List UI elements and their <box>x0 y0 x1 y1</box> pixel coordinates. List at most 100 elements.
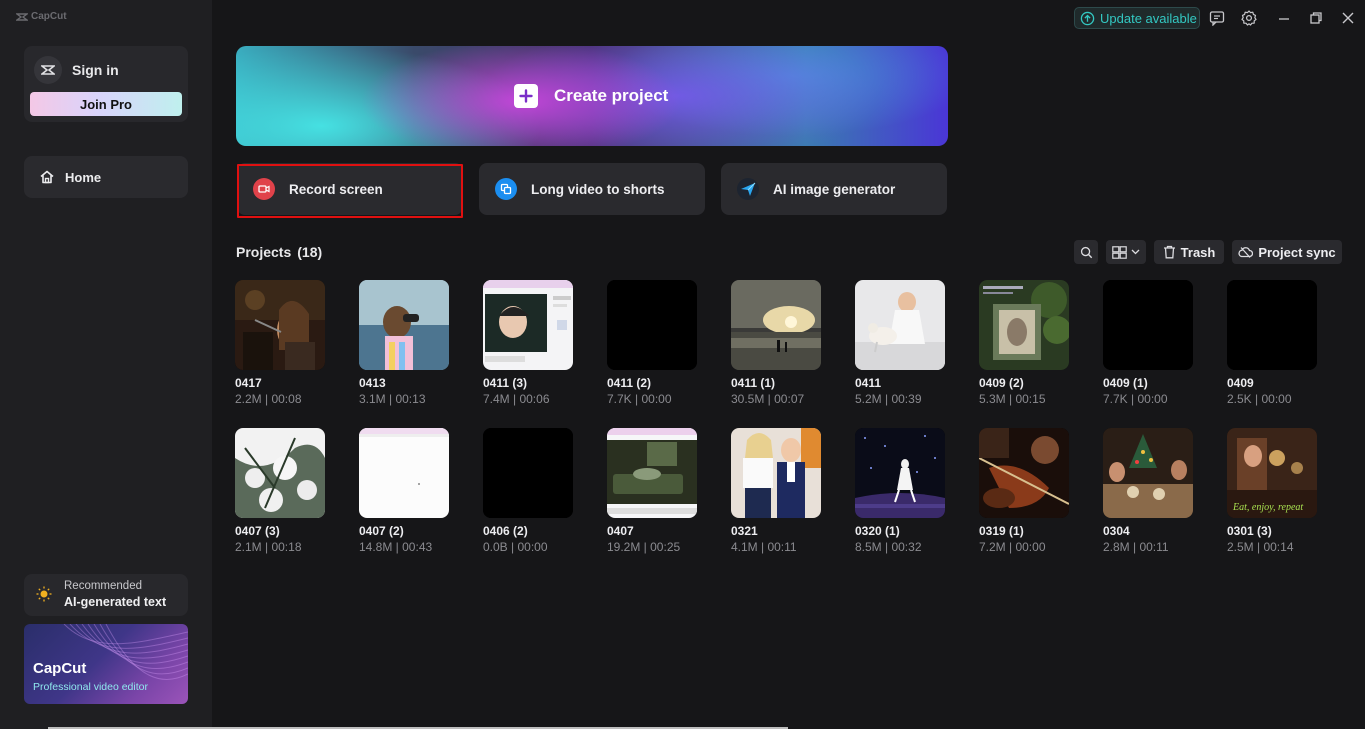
project-name: 0409 (1) <box>1103 376 1148 390</box>
project-thumbnail <box>731 280 821 370</box>
promo-banner[interactable]: CapCut Professional video editor <box>24 624 188 704</box>
project-meta: 2.8M | 00:11 <box>1103 540 1169 554</box>
project-name: 0407 (3) <box>235 524 280 538</box>
long-video-to-shorts-button[interactable]: Long video to shorts <box>479 163 705 215</box>
project-meta: 2.1M | 00:18 <box>235 540 302 554</box>
project-card[interactable]: 040719.2M | 00:25 <box>607 428 717 558</box>
project-thumbnail: Eat, enjoy, repeat <box>1227 428 1317 518</box>
project-meta: 2.5K | 00:00 <box>1227 392 1292 406</box>
grid-view-icon <box>1112 246 1127 259</box>
project-thumbnail <box>731 428 821 518</box>
record-screen-button[interactable]: Record screen <box>237 163 463 215</box>
search-button[interactable] <box>1074 240 1098 264</box>
long-video-to-shorts-label: Long video to shorts <box>531 182 665 197</box>
project-card[interactable]: 0406 (2)0.0B | 00:00 <box>483 428 593 558</box>
project-thumbnail <box>979 428 1069 518</box>
project-name: 0320 (1) <box>855 524 900 538</box>
signin-button[interactable]: Sign in <box>34 56 119 84</box>
recommended-title: AI-generated text <box>64 595 166 609</box>
project-meta: 30.5M | 00:07 <box>731 392 804 406</box>
capcut-avatar-icon <box>41 64 55 76</box>
ai-image-icon <box>737 178 759 200</box>
project-name: 0321 <box>731 524 758 538</box>
record-screen-label: Record screen <box>289 182 383 197</box>
project-sync-label: Project sync <box>1258 245 1335 260</box>
ai-image-generator-button[interactable]: AI image generator <box>721 163 947 215</box>
sidebar-item-home[interactable]: Home <box>24 156 188 198</box>
view-mode-dropdown[interactable] <box>1106 240 1146 264</box>
project-meta: 8.5M | 00:32 <box>855 540 922 554</box>
trash-button[interactable]: Trash <box>1154 240 1224 264</box>
project-thumbnail <box>855 280 945 370</box>
project-name: 0411 <box>855 376 881 390</box>
project-card[interactable]: Eat, enjoy, repeat0301 (3)2.5M | 00:14 <box>1227 428 1337 558</box>
project-thumbnail <box>483 280 573 370</box>
project-card[interactable]: 0407 (2) 14.8M | 00:43 <box>359 428 469 558</box>
project-thumbnail <box>607 280 697 370</box>
projects-title: Projects <box>236 244 291 260</box>
project-card[interactable]: 0411 (1)30.5M | 00:07 <box>731 280 841 410</box>
project-card[interactable]: 04133.1M | 00:13 <box>359 280 469 410</box>
project-card[interactable]: 03214.1M | 00:11 <box>731 428 841 558</box>
project-sync-button[interactable]: Project sync <box>1232 240 1342 264</box>
update-available-button[interactable]: Update available <box>1074 7 1200 29</box>
project-thumbnail <box>1227 280 1317 370</box>
project-card[interactable]: 0407 (3) 2.1M | 00:18 <box>235 428 345 558</box>
feedback-icon[interactable] <box>1209 10 1225 26</box>
project-meta: 14.8M | 00:43 <box>359 540 432 554</box>
main-panel: Update available Create project Record s… <box>212 0 1365 729</box>
project-card[interactable]: 0409 2.5K | 00:00 <box>1227 280 1337 410</box>
shorts-icon <box>495 178 517 200</box>
project-name: 0417 <box>235 376 262 390</box>
project-card[interactable]: 0411 (2) 7.7K | 00:00 <box>607 280 717 410</box>
project-thumbnail <box>235 280 325 370</box>
app-logo: CapCut <box>16 11 67 22</box>
sidebar-item-label: Home <box>65 170 101 185</box>
project-name: 0406 (2) <box>483 524 528 538</box>
project-name: 0409 (2) <box>979 376 1024 390</box>
project-meta: 7.4M | 00:06 <box>483 392 550 406</box>
project-card[interactable]: 0319 (1)7.2M | 00:00 <box>979 428 1089 558</box>
promo-subtitle: Professional video editor <box>33 681 148 693</box>
close-icon[interactable] <box>1340 10 1356 26</box>
project-card[interactable]: 0411 (3)7.4M | 00:06 <box>483 280 593 410</box>
trash-label: Trash <box>1181 245 1216 260</box>
upgrade-arrow-icon <box>1080 11 1095 26</box>
restore-icon[interactable] <box>1308 10 1324 26</box>
project-card[interactable]: 04115.2M | 00:39 <box>855 280 965 410</box>
project-card[interactable]: 0417 2.2M | 00:08 <box>235 280 345 410</box>
project-card[interactable]: 0409 (1)7.7K | 00:00 <box>1103 280 1213 410</box>
project-meta: 7.2M | 00:00 <box>979 540 1046 554</box>
create-project-label: Create project <box>554 86 668 106</box>
project-card[interactable]: 0320 (1) 8.5M | 00:32 <box>855 428 965 558</box>
project-meta: 19.2M | 00:25 <box>607 540 680 554</box>
chevron-down-icon <box>1131 249 1140 255</box>
join-pro-button[interactable]: Join Pro <box>30 92 182 116</box>
record-icon <box>253 178 275 200</box>
project-name: 0411 (2) <box>607 376 651 390</box>
recommended-card[interactable]: Recommended AI-generated text <box>24 574 188 616</box>
avatar <box>34 56 62 84</box>
capcut-window: CapCut Sign in Join Pro Home Recommended… <box>0 0 1365 729</box>
project-thumbnail <box>359 428 449 518</box>
promo-title: CapCut <box>33 660 86 677</box>
project-meta: 2.2M | 00:08 <box>235 392 302 406</box>
projects-count: (18) <box>297 244 322 260</box>
project-name: 0407 (2) <box>359 524 404 538</box>
project-name: 0409 <box>1227 376 1254 390</box>
project-meta: 7.7K | 00:00 <box>607 392 672 406</box>
minimize-icon[interactable] <box>1276 10 1292 26</box>
home-icon <box>39 169 55 185</box>
project-meta: 3.1M | 00:13 <box>359 392 426 406</box>
project-thumbnail <box>483 428 573 518</box>
settings-gear-icon[interactable] <box>1241 10 1257 26</box>
create-project-button[interactable]: Create project <box>236 46 948 146</box>
capcut-logo-icon <box>16 12 28 22</box>
sidebar: CapCut Sign in Join Pro Home Recommended… <box>0 0 212 729</box>
project-thumbnail <box>1103 428 1193 518</box>
project-card[interactable]: 0409 (2)5.3M | 00:15 <box>979 280 1089 410</box>
lightbulb-icon <box>36 586 52 602</box>
project-card[interactable]: 03042.8M | 00:11 <box>1103 428 1213 558</box>
update-label: Update available <box>1100 11 1197 26</box>
account-card: Sign in Join Pro <box>24 46 188 122</box>
